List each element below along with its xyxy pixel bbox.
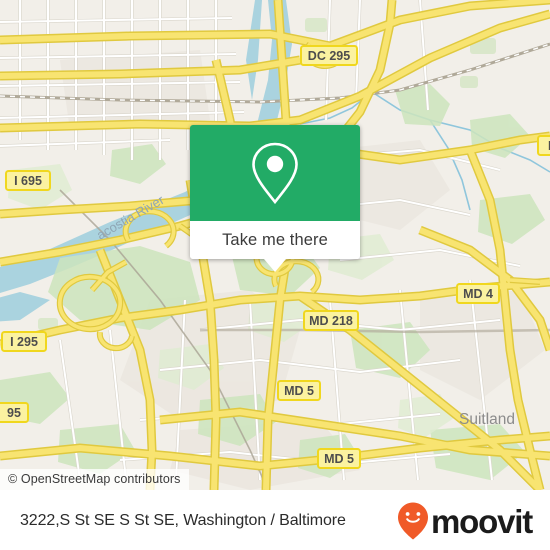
svg-text:MD 5: MD 5	[324, 452, 354, 466]
take-me-there-label: Take me there	[222, 230, 328, 249]
popup-pin-panel	[190, 125, 360, 221]
osm-attribution[interactable]: © OpenStreetMap contributors	[0, 469, 189, 490]
shield-md-5-lower: MD 5	[317, 448, 361, 469]
address-label: 3222,S St SE S St SE, Washington / Balti…	[20, 512, 346, 529]
svg-text:95: 95	[7, 406, 21, 420]
shield-dc-295: DC 295	[300, 45, 358, 66]
svg-text:MD 5: MD 5	[284, 384, 314, 398]
map-screenshot-root: acostia River Suitland DC 295 I 695 I 29…	[0, 0, 550, 550]
svg-text:Suitland: Suitland	[459, 411, 515, 428]
svg-text:MD 218: MD 218	[309, 314, 353, 328]
footer-bar: 3222,S St SE S St SE, Washington / Balti…	[0, 490, 550, 550]
location-popup-card[interactable]: Take me there	[190, 125, 360, 272]
shield-i-295: I 295	[1, 331, 47, 352]
shield-clipped-right: M	[537, 135, 550, 156]
shield-i-695: I 695	[5, 170, 51, 191]
svg-text:DC 295: DC 295	[308, 49, 350, 63]
shield-95-clipped: 95	[0, 402, 29, 423]
svg-text:MD 4: MD 4	[463, 287, 493, 301]
shield-md-218: MD 218	[303, 310, 359, 331]
popup-tail	[264, 259, 286, 272]
shield-md-5-upper: MD 5	[277, 380, 321, 401]
moovit-pin-smiley-icon	[398, 502, 429, 540]
moovit-wordmark: moovit	[431, 502, 533, 540]
map-pin-icon	[252, 142, 298, 205]
svg-text:I 295: I 295	[10, 335, 38, 349]
popup-action-bar[interactable]: Take me there	[190, 221, 360, 272]
shield-md-4: MD 4	[456, 283, 500, 304]
label-suitland: Suitland	[459, 411, 515, 428]
moovit-brand[interactable]: moovit	[396, 501, 533, 541]
svg-text:I 695: I 695	[14, 174, 42, 188]
